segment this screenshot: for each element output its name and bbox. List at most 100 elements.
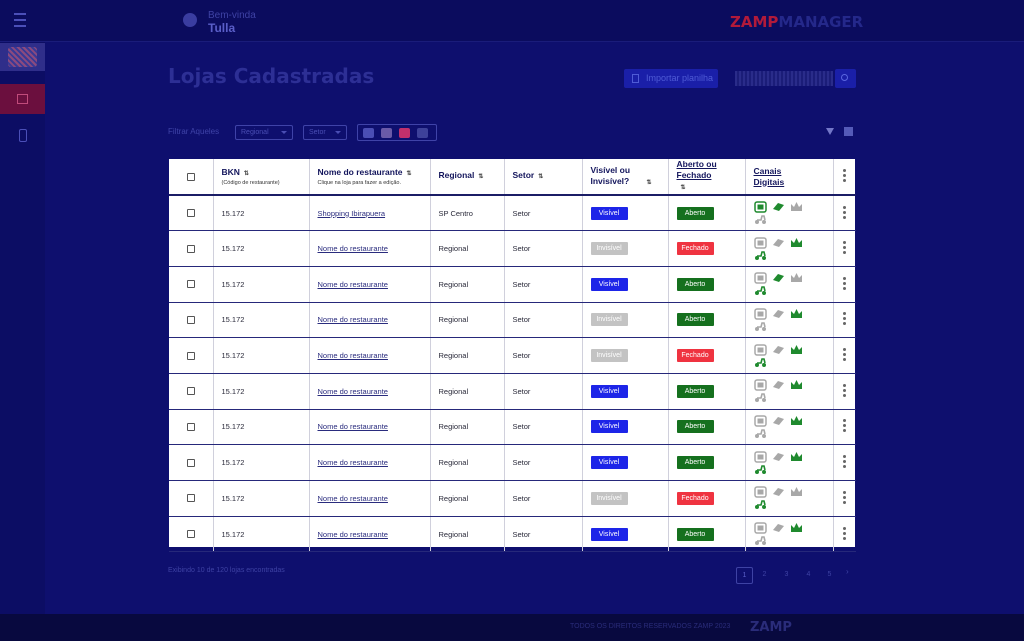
- rappi-icon[interactable]: [772, 272, 785, 284]
- table-row[interactable]: 15.172 Nome do restaurante Regional Seto…: [169, 444, 856, 481]
- ifood-icon[interactable]: [753, 522, 767, 534]
- visibility-toggle[interactable]: Visível: [590, 456, 628, 470]
- rappi-icon[interactable]: [772, 451, 785, 463]
- more-options-icon[interactable]: [843, 169, 847, 182]
- ifood-icon[interactable]: [753, 201, 767, 213]
- row-checkbox[interactable]: [186, 315, 195, 324]
- visibility-toggle[interactable]: Visível: [590, 384, 628, 398]
- row-checkbox[interactable]: [186, 244, 195, 253]
- delivery-scooter-icon[interactable]: [754, 534, 767, 546]
- delivery-scooter-icon[interactable]: [754, 391, 767, 403]
- rappi-icon[interactable]: [772, 379, 785, 391]
- crown-icon[interactable]: [790, 486, 803, 498]
- ifood-icon[interactable]: [753, 415, 767, 427]
- restaurant-name-link[interactable]: Shopping Ibirapuera: [318, 209, 386, 218]
- more-options-icon[interactable]: [843, 241, 847, 255]
- ifood-icon[interactable]: [753, 379, 767, 392]
- status-badge[interactable]: Aberto: [676, 206, 714, 220]
- visibility-toggle[interactable]: Invisível: [590, 242, 628, 256]
- rappi-icon[interactable]: [772, 344, 785, 356]
- table-row[interactable]: 15.172 Nome do restaurante Regional Seto…: [169, 230, 856, 267]
- sort-icon[interactable]: ⇅: [538, 172, 543, 183]
- more-options-icon[interactable]: [843, 419, 847, 433]
- delivery-scooter-icon[interactable]: [754, 427, 767, 439]
- row-checkbox[interactable]: [186, 422, 195, 431]
- rappi-icon[interactable]: [772, 201, 785, 213]
- crown-icon[interactable]: [790, 451, 803, 463]
- delivery-scooter-icon[interactable]: [754, 463, 767, 475]
- restaurant-name-link[interactable]: Nome do restaurante: [318, 530, 388, 539]
- row-checkbox[interactable]: [186, 494, 195, 503]
- crown-icon[interactable]: [790, 522, 803, 534]
- visibility-toggle[interactable]: Visível: [590, 206, 628, 220]
- crown-icon[interactable]: [790, 308, 803, 320]
- row-checkbox[interactable]: [186, 458, 195, 467]
- delivery-scooter-icon[interactable]: [754, 284, 767, 296]
- setor-filter[interactable]: Setor: [303, 125, 347, 140]
- crown-icon[interactable]: [790, 201, 803, 213]
- rappi-icon[interactable]: [772, 486, 785, 498]
- crown-icon[interactable]: [790, 272, 803, 284]
- visibility-toggle[interactable]: Visível: [590, 420, 628, 434]
- filter-icon[interactable]: [826, 128, 834, 135]
- delivery-scooter-icon[interactable]: [754, 320, 767, 332]
- page-3-button[interactable]: 3: [778, 567, 795, 584]
- name-header[interactable]: Nome do restaurante ⇅ Clique na loja para…: [309, 159, 431, 196]
- rappi-icon[interactable]: [772, 522, 785, 534]
- rappi-icon[interactable]: [772, 237, 785, 249]
- crown-icon[interactable]: [790, 379, 803, 391]
- crown-icon[interactable]: [790, 415, 803, 427]
- restaurant-name-link[interactable]: Nome do restaurante: [318, 244, 388, 253]
- ifood-icon[interactable]: [753, 343, 767, 356]
- spreadsheet-icon[interactable]: [844, 127, 853, 136]
- status-badge[interactable]: Aberto: [676, 420, 714, 434]
- status-badge[interactable]: Fechado: [676, 242, 714, 256]
- crown-icon[interactable]: [381, 128, 392, 138]
- more-options-icon[interactable]: [843, 455, 847, 469]
- search-button[interactable]: [835, 69, 856, 88]
- more-options-icon[interactable]: [843, 312, 847, 326]
- more-options-icon[interactable]: [843, 348, 847, 362]
- hamburger-menu-icon[interactable]: [14, 13, 32, 29]
- crown-icon[interactable]: [790, 344, 803, 356]
- sort-icon[interactable]: ⇅: [647, 178, 652, 189]
- page-1-button[interactable]: 1: [736, 567, 753, 584]
- rappi-icon[interactable]: [772, 308, 785, 320]
- delivery-scooter-icon[interactable]: [754, 249, 767, 261]
- row-checkbox[interactable]: [186, 351, 195, 360]
- row-checkbox[interactable]: [186, 280, 195, 289]
- status-header[interactable]: Aberto ou Fechado ⇅: [668, 159, 746, 196]
- restaurant-name-link[interactable]: Nome do restaurante: [318, 494, 388, 503]
- status-badge[interactable]: Aberto: [676, 313, 714, 327]
- visibility-toggle[interactable]: Visível: [590, 277, 628, 291]
- rappi-icon[interactable]: [772, 415, 785, 427]
- search-input[interactable]: [735, 71, 833, 86]
- more-options-icon[interactable]: [843, 276, 847, 290]
- table-row[interactable]: 15.172 Nome do restaurante Regional Seto…: [169, 409, 856, 446]
- sidebar-item-stores[interactable]: [0, 84, 45, 114]
- visibility-toggle[interactable]: Invisível: [590, 313, 628, 327]
- restaurant-name-link[interactable]: Nome do restaurante: [318, 422, 388, 431]
- table-row[interactable]: 15.172 Nome do restaurante Regional Seto…: [169, 266, 856, 303]
- ifood-icon[interactable]: [753, 272, 767, 284]
- setor-header[interactable]: Setor ⇅: [504, 159, 583, 196]
- visibility-toggle[interactable]: Visível: [590, 527, 628, 541]
- crown-icon[interactable]: [790, 237, 803, 249]
- more-options-icon[interactable]: [843, 526, 847, 540]
- restaurant-name-link[interactable]: Nome do restaurante: [318, 387, 388, 396]
- sort-icon[interactable]: ⇅: [681, 183, 686, 194]
- restaurant-name-link[interactable]: Nome do restaurante: [318, 458, 388, 467]
- restaurant-name-link[interactable]: Nome do restaurante: [318, 351, 388, 360]
- status-badge[interactable]: Aberto: [676, 277, 714, 291]
- more-options-icon[interactable]: [843, 383, 847, 397]
- more-options-icon[interactable]: [843, 205, 847, 219]
- ifood-icon[interactable]: [753, 308, 767, 320]
- status-badge[interactable]: Aberto: [676, 456, 714, 470]
- import-spreadsheet-button[interactable]: Importar planilha: [624, 69, 718, 88]
- delivery-scooter-icon[interactable]: [754, 213, 767, 225]
- row-checkbox[interactable]: [186, 387, 195, 396]
- next-page-button[interactable]: ›: [846, 567, 849, 576]
- channels-filter[interactable]: [357, 124, 437, 141]
- more-options-icon[interactable]: [843, 490, 847, 504]
- sidebar-item-mobile[interactable]: [0, 122, 45, 152]
